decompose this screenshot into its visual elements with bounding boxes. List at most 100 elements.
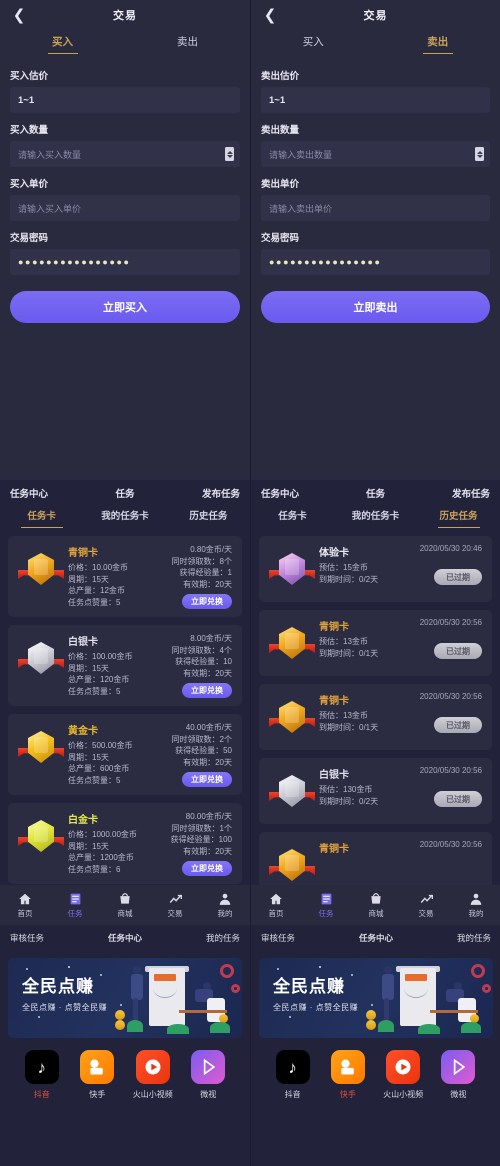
app-shortcuts-left: ♪ 抖音 快手 火山小视频 微视 [8,1050,242,1100]
review-task-link[interactable]: 审核任务 [10,932,44,944]
history-task-item[interactable]: 青铜卡 预估：13金币 到期时间：0/1天 2020/05/30 20:56 已… [259,610,492,676]
history-task-item[interactable]: 青铜卡 预估：13金币 到期时间：0/1天 2020/05/30 20:56 已… [259,684,492,750]
huoshan-icon [135,1050,170,1084]
card-title: 黄金卡 [68,726,98,737]
card-date: 2020/05/30 20:56 [419,840,482,849]
tab-task-card[interactable]: 任务卡 [0,508,83,528]
app-huoshan[interactable]: 火山小视频 [125,1050,181,1100]
history-task-item[interactable]: 体验卡 预估：15金币 到期时间：0/2天 2020/05/30 20:46 已… [259,536,492,602]
card-daily-rate: 40.00金币/天 [185,723,232,732]
header-publish-task[interactable]: 发布任务 [202,486,240,500]
nav-item-shop[interactable]: 商城 [351,891,401,919]
nav-item-trade[interactable]: 交易 [401,891,451,919]
my-task-link[interactable]: 我的任务 [457,932,491,944]
card-exp: 获得经验量：50 [175,746,232,755]
exchange-button[interactable]: 立即兑换 [182,683,232,698]
exchange-button[interactable]: 立即兑换 [182,594,232,609]
status-badge[interactable]: 已过期 [434,569,482,585]
sell-password-field[interactable]: ●●●●●●●●●●●●●●●● [261,249,490,275]
nav-item-home[interactable]: 首页 [0,891,50,919]
sell-price-field[interactable]: 请输入卖出单价 [261,195,490,221]
status-badge[interactable]: 已过期 [434,643,482,659]
nav-item-mine[interactable]: 我的 [451,891,500,919]
sell-quantity-field[interactable]: 请输入卖出数量 [261,141,490,167]
task-card-item[interactable]: 青铜卡 价格：10.00金币 周期：15天 总产量：12金币 任务点赞量：5 0… [8,536,242,617]
tab-sell[interactable]: 卖出 [125,34,250,54]
nav-label: 任务 [318,909,334,918]
banner-panel-left: 全民点赚 全民点赚 · 点赞全民赚 ♪ 抖音 快手 火山小视频 微视 [0,950,250,1166]
my-task-link[interactable]: 我的任务 [206,932,240,944]
trade-sell-tabs: 买入 卖出 [251,30,500,58]
banner-text: 全民点赚 全民点赚 · 点赞全民赚 [273,978,358,1013]
buy-quantity-stepper[interactable] [225,147,234,161]
app-douyin[interactable]: ♪ 抖音 [265,1050,320,1100]
buy-password-field[interactable]: ●●●●●●●●●●●●●●●● [10,249,240,275]
weishi-icon [191,1050,226,1084]
promo-banner[interactable]: 全民点赚 全民点赚 · 点赞全民赚 [8,958,242,1038]
nav-item-task[interactable]: 任务 [301,891,351,919]
task-list-icon [319,891,334,906]
tab-buy[interactable]: 买入 [251,34,376,54]
task-right-header: 任务中心 任务 发布任务 [251,480,500,506]
card-total-output: 总产量：12金币 [68,586,125,595]
tab-history-task[interactable]: 历史任务 [417,508,500,528]
buy-quantity-field[interactable]: 请输入买入数量 [10,141,240,167]
trade-sell-header: ❮ 交易 [251,0,500,30]
tab-my-task-card[interactable]: 我的任务卡 [83,508,166,528]
banner-subtitle: 全民点赚 · 点赞全民赚 [22,1003,108,1012]
home-icon [269,891,284,906]
task-card-item[interactable]: 黄金卡 价格：500.00金币 周期：15天 总产量：600金币 任务点赞量：5… [8,714,242,795]
header-publish-task[interactable]: 发布任务 [452,486,490,500]
header-task-center[interactable]: 任务中心 [261,486,299,500]
nav-item-home[interactable]: 首页 [251,891,301,919]
sell-quantity-stepper[interactable] [475,147,484,161]
banner-panels-row: 全民点赚 全民点赚 · 点赞全民赚 ♪ 抖音 快手 火山小视频 微视 全民点赚 … [0,950,500,1166]
task-card-item[interactable]: 白金卡 价格：1000.00金币 周期：15天 总产量：1200金币 任务点赞量… [8,803,242,884]
nav-item-trade[interactable]: 交易 [150,891,200,919]
status-badge[interactable]: 已过期 [434,791,482,807]
exchange-button[interactable]: 立即兑换 [182,861,232,876]
nav-item-shop[interactable]: 商城 [100,891,150,919]
app-huoshan[interactable]: 火山小视频 [376,1050,431,1100]
card-like-count: 任务点赞量：5 [68,597,121,607]
page-title: 交易 [113,10,137,22]
tab-sell[interactable]: 卖出 [376,34,500,54]
tab-my-task-card[interactable]: 我的任务卡 [334,508,417,528]
back-chevron-left-icon[interactable]: ❮ [10,4,28,26]
app-douyin[interactable]: ♪ 抖音 [14,1050,70,1100]
history-task-item[interactable]: 白银卡 预估：130金币 到期时间：0/2天 2020/05/30 20:56 … [259,758,492,824]
buy-price-field[interactable]: 请输入买入单价 [10,195,240,221]
card-total-output: 总产量：600金币 [68,764,130,773]
back-chevron-left-icon[interactable]: ❮ [261,4,279,26]
buy-estimate-label: 买入估价 [10,71,49,82]
sell-submit-button[interactable]: 立即卖出 [261,291,490,323]
header-title: 任务 [115,489,135,500]
app-weishi[interactable]: 微视 [431,1050,486,1100]
user-icon [218,891,233,906]
task-card-item[interactable]: 白银卡 价格：100.00金币 周期：15天 总产量：120金币 任务点赞量：5… [8,625,242,706]
tab-history-task[interactable]: 历史任务 [167,508,250,528]
header-task-center[interactable]: 任务中心 [10,486,48,500]
task-left-tabs: 任务卡 我的任务卡 历史任务 [0,506,250,532]
card-estimate: 预估：130金币 [319,785,373,794]
buy-submit-button[interactable]: 立即买入 [10,291,240,323]
card-period: 周期：15天 [68,574,109,584]
sell-estimate-label: 卖出估价 [261,71,300,82]
task-panel-history: 任务中心 任务 发布任务 任务卡 我的任务卡 历史任务 体验卡 预估：15金币 [250,480,500,950]
tab-task-card[interactable]: 任务卡 [251,508,334,528]
card-title: 体验卡 [319,548,349,559]
app-kuaishou[interactable]: 快手 [320,1050,375,1100]
nav-item-task[interactable]: 任务 [50,891,100,919]
app-kuaishou[interactable]: 快手 [70,1050,126,1100]
promo-banner[interactable]: 全民点赚 全民点赚 · 点赞全民赚 [259,958,493,1038]
app-screen: ❮ 交易 买入 卖出 买入估价 1~1 买入数量 请输入买入数量 买入单价 请输… [0,0,500,1166]
exchange-button[interactable]: 立即兑换 [182,772,232,787]
app-weishi[interactable]: 微视 [181,1050,237,1100]
card-badge [269,766,315,812]
card-total-output: 总产量：120金币 [68,675,130,684]
sub-toolbar: 审核任务 任务中心 我的任务 [0,925,250,950]
review-task-link[interactable]: 审核任务 [261,932,295,944]
status-badge[interactable]: 已过期 [434,717,482,733]
nav-item-mine[interactable]: 我的 [200,891,250,919]
tab-buy[interactable]: 买入 [0,34,125,54]
